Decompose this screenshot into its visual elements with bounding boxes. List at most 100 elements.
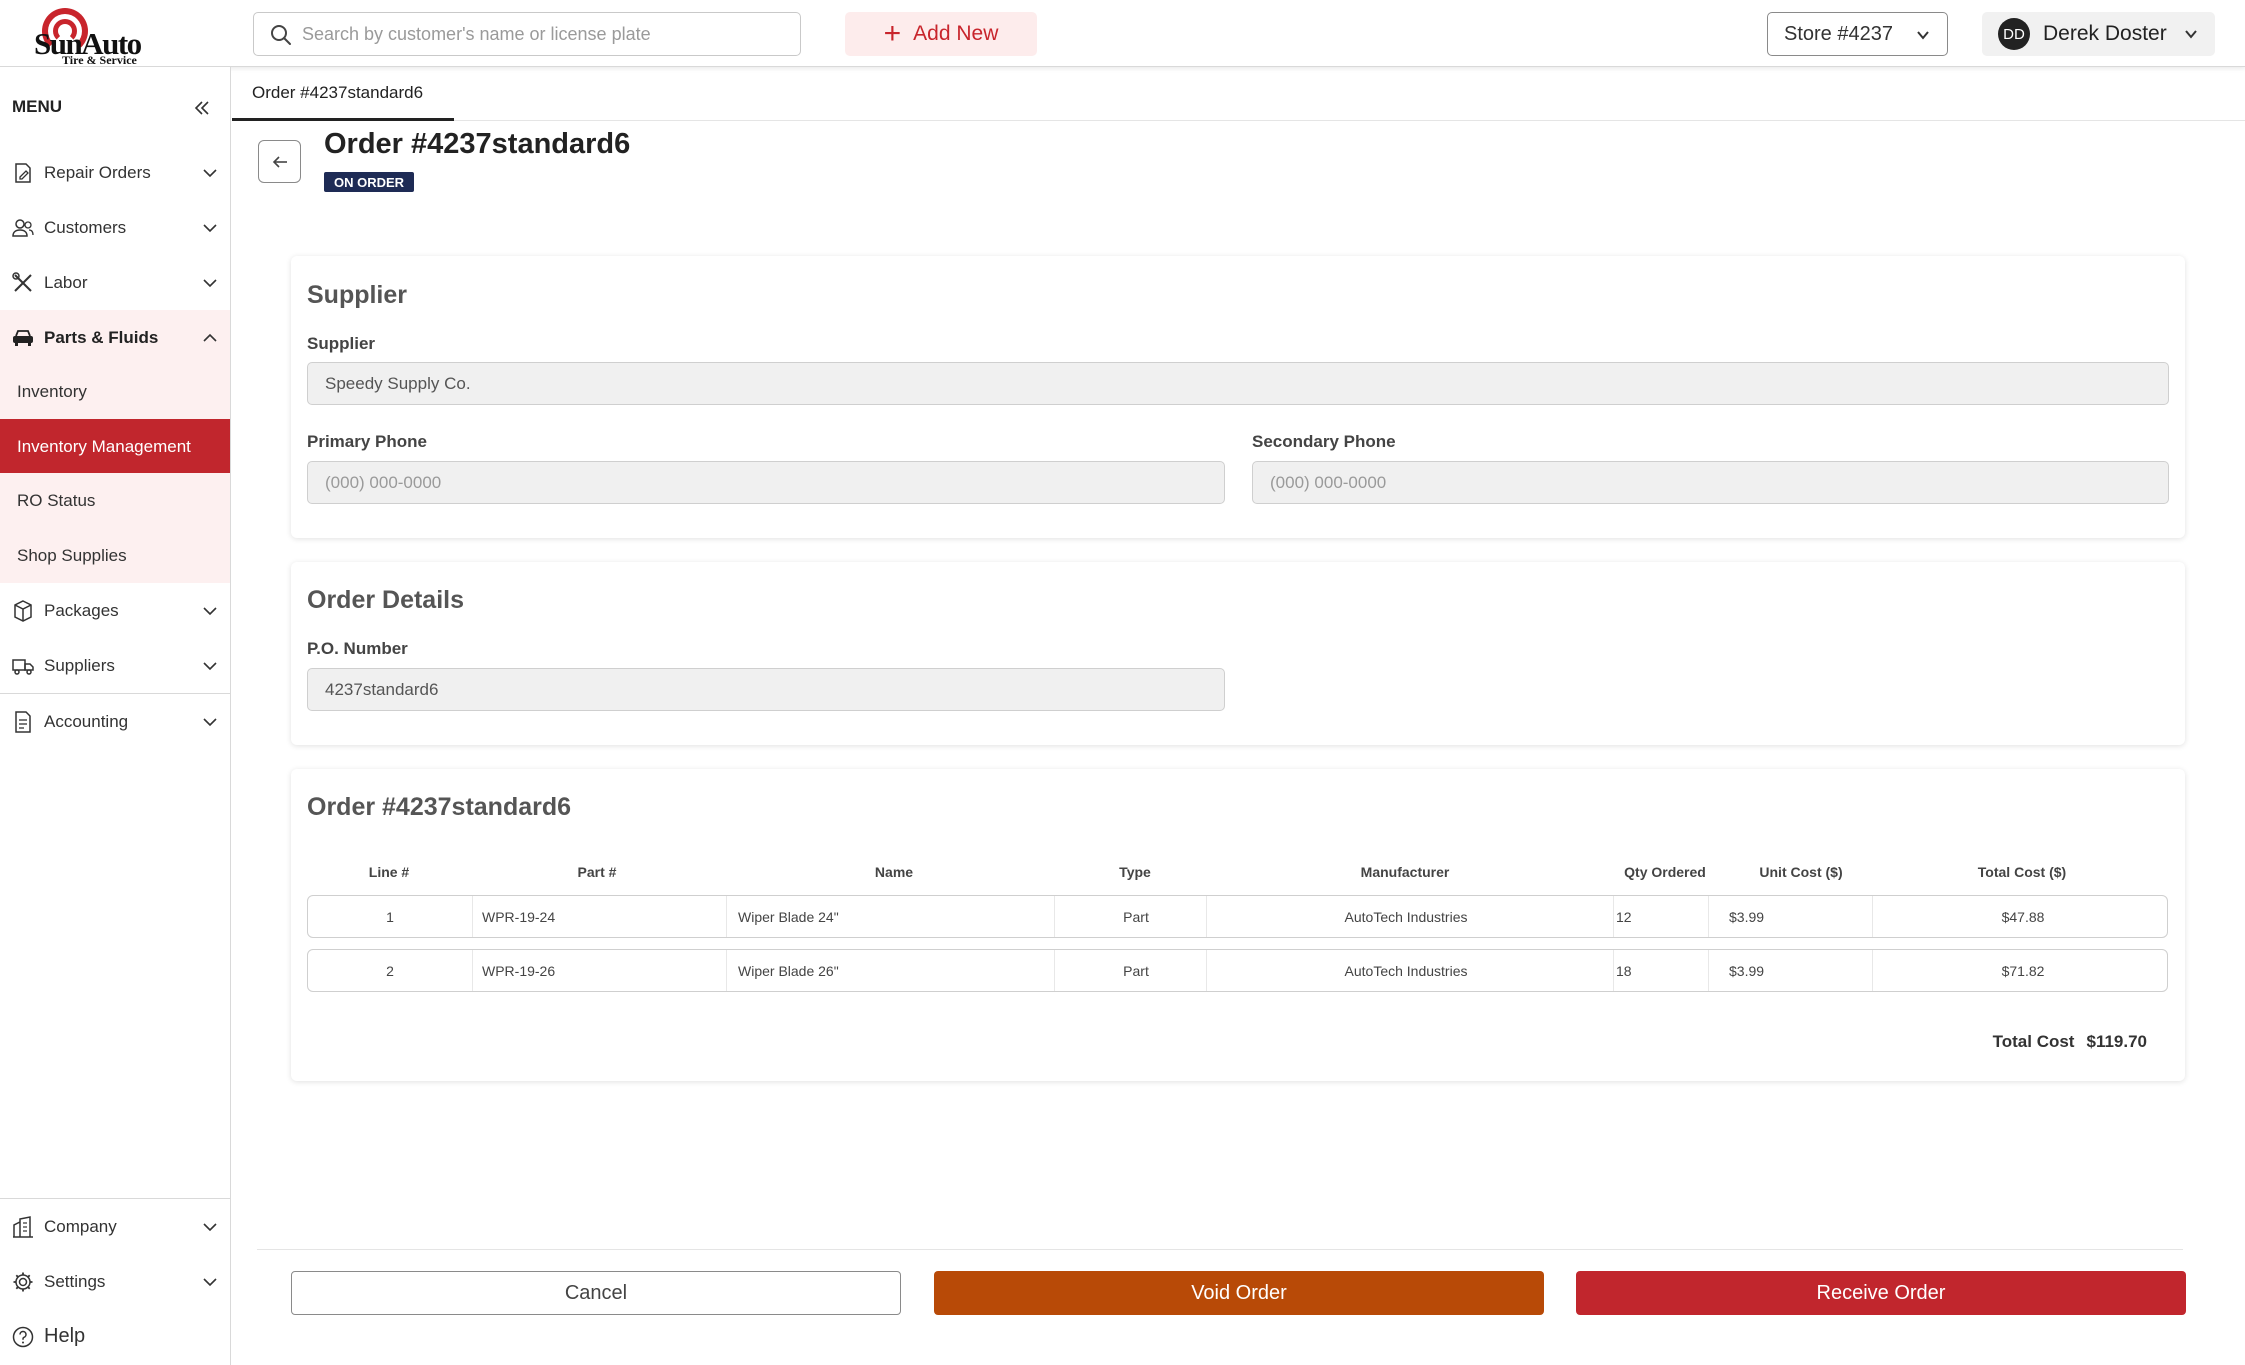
back-button[interactable] — [258, 140, 301, 183]
po-number-field[interactable] — [307, 668, 1225, 711]
cell-manufacturer: AutoTech Industries — [1344, 909, 1468, 925]
cell-total-cost: $71.82 — [2001, 963, 2045, 979]
chevron-down-icon — [203, 1223, 217, 1232]
sidebar-item-accounting[interactable]: Accounting — [0, 694, 230, 749]
column-separator — [472, 950, 473, 991]
receive-order-button[interactable]: Receive Order — [1576, 1271, 2186, 1315]
chevron-down-icon — [203, 1278, 217, 1287]
supplier-card: Supplier Supplier Primary Phone Secondar… — [291, 256, 2185, 538]
column-separator — [472, 896, 473, 937]
supplier-label: Supplier — [307, 334, 376, 353]
cell-name: Wiper Blade 26" — [738, 963, 839, 979]
user-menu[interactable]: DD Derek Doster — [1982, 12, 2215, 56]
table-row[interactable]: 1 WPR-19-24 Wiper Blade 24" Part AutoTec… — [307, 895, 2168, 938]
chevron-down-icon — [1917, 31, 1929, 40]
sidebar-subitem-inventory[interactable]: Inventory — [0, 364, 230, 419]
sidebar-subitem-inventory-management[interactable]: Inventory Management — [0, 419, 230, 474]
chevron-down-icon — [203, 607, 217, 616]
order-details-title: Order Details — [307, 586, 465, 614]
cell-qty: 18 — [1616, 963, 1632, 979]
top-bar: SunAuto Tire & Service + Add New Store #… — [0, 0, 2245, 67]
search-input[interactable] — [302, 13, 782, 55]
column-separator — [726, 896, 727, 937]
sidebar-item-suppliers[interactable]: Suppliers — [0, 638, 230, 693]
sidebar-item-help[interactable]: Help — [0, 1309, 230, 1364]
menu-heading: MENU — [12, 97, 63, 116]
column-separator — [1872, 950, 1873, 991]
column-header: Part # — [577, 864, 617, 880]
secondary-phone-field[interactable] — [1252, 461, 2169, 504]
chevron-down-icon — [203, 718, 217, 727]
sidebar-item-label: Accounting — [44, 711, 129, 731]
sidebar-item-label: Settings — [44, 1271, 106, 1291]
cell-part: WPR-19-24 — [482, 909, 556, 925]
secondary-phone-label: Secondary Phone — [1252, 432, 1396, 451]
building-icon — [12, 1215, 34, 1238]
sidebar-item-label: Help — [44, 1325, 86, 1347]
tab-order[interactable]: Order #4237standard6 — [232, 67, 454, 121]
cell-unit-cost: $3.99 — [1729, 909, 1765, 925]
column-separator — [1708, 896, 1709, 937]
sidebar-subitem-shop-supplies[interactable]: Shop Supplies — [0, 528, 230, 583]
cell-line: 2 — [386, 963, 394, 979]
column-header: Line # — [368, 864, 410, 880]
cell-total-cost: $47.88 — [2001, 909, 2045, 925]
column-separator — [1054, 950, 1055, 991]
sunauto-logo[interactable]: SunAuto Tire & Service — [30, 6, 160, 67]
sidebar-item-label: Labor — [44, 272, 88, 292]
collapse-sidebar-icon[interactable] — [192, 98, 212, 118]
column-header: Qty Ordered — [1624, 864, 1706, 880]
sidebar-item-label: Packages — [44, 600, 119, 620]
sidebar-subitem-ro-status[interactable]: RO Status — [0, 473, 230, 528]
void-order-button[interactable]: Void Order — [934, 1271, 1544, 1315]
customers-icon — [12, 217, 34, 239]
chevron-down-icon — [2185, 30, 2197, 39]
store-label: Store #4237 — [1784, 22, 1893, 45]
cell-type: Part — [1123, 909, 1149, 925]
chevron-down-icon — [203, 279, 217, 288]
order-details-card: Order Details P.O. Number — [291, 562, 2185, 745]
sidebar-item-customers[interactable]: Customers — [0, 200, 230, 255]
tab-bar: Order #4237standard6 — [232, 67, 2245, 121]
sidebar-item-label: Suppliers — [44, 655, 115, 675]
cell-manufacturer: AutoTech Industries — [1344, 963, 1468, 979]
total-cost-label: Total Cost — [1992, 1032, 2075, 1051]
cell-qty: 12 — [1616, 909, 1632, 925]
po-number-label: P.O. Number — [307, 639, 408, 658]
cancel-button[interactable]: Cancel — [291, 1271, 901, 1315]
page-title: Order #4237standard6 — [324, 128, 631, 160]
sidebar-item-packages[interactable]: Packages — [0, 583, 230, 638]
table-row[interactable]: 2 WPR-19-26 Wiper Blade 26" Part AutoTec… — [307, 949, 2168, 992]
primary-phone-label: Primary Phone — [307, 432, 427, 451]
avatar: DD — [1998, 18, 2030, 50]
sidebar-item-settings[interactable]: Settings — [0, 1254, 230, 1309]
cell-type: Part — [1123, 963, 1149, 979]
primary-phone-field[interactable] — [307, 461, 1225, 504]
supplier-field[interactable] — [307, 362, 2169, 405]
column-separator — [1872, 896, 1873, 937]
sidebar-item-repair-orders[interactable]: Repair Orders — [0, 145, 230, 200]
cell-part: WPR-19-26 — [482, 963, 556, 979]
chevron-up-icon — [203, 333, 217, 342]
search-box[interactable] — [253, 12, 801, 56]
store-select[interactable]: Store #4237 — [1767, 12, 1948, 56]
order-items-title: Order #4237standard6 — [307, 793, 572, 821]
car-icon — [12, 327, 34, 349]
sidebar-item-parts-fluids[interactable]: Parts & Fluids — [0, 310, 230, 365]
arrow-left-icon — [272, 155, 287, 168]
column-header: Unit Cost ($) — [1759, 864, 1843, 880]
add-new-button[interactable]: + Add New — [845, 12, 1037, 56]
labor-icon — [12, 271, 34, 294]
sidebar-item-labor[interactable]: Labor — [0, 255, 230, 310]
sidebar: MENU Repair Orders Customers Labor Parts… — [0, 67, 231, 1365]
sidebar-item-company[interactable]: Company — [0, 1199, 230, 1254]
chevron-down-icon — [203, 662, 217, 671]
logo-subtext: Tire & Service — [62, 53, 137, 67]
order-total: Total Cost $119.70 — [1993, 1032, 2147, 1052]
sidebar-item-label: Repair Orders — [44, 162, 151, 182]
total-cost-value: $119.70 — [2086, 1032, 2147, 1051]
column-separator — [1206, 950, 1207, 991]
column-header: Total Cost ($) — [1977, 864, 2067, 880]
cell-name: Wiper Blade 24" — [738, 909, 839, 925]
plus-icon: + — [883, 17, 902, 50]
